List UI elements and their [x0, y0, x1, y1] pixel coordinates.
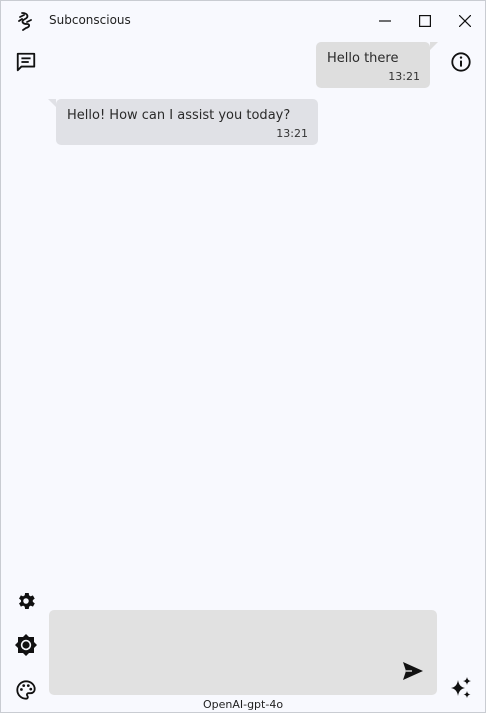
brightness-icon: [15, 634, 37, 656]
message-input-area: [49, 610, 437, 695]
close-icon: [459, 15, 471, 27]
model-name-label: OpenAI-gpt-4o: [202, 698, 284, 711]
title-bar[interactable]: Subconscious: [1, 1, 485, 41]
minimize-button[interactable]: [367, 7, 403, 35]
assistant-bubble-tail: [48, 99, 56, 107]
user-message-text: Hello there: [327, 51, 399, 66]
user-bubble-tail: [430, 42, 438, 50]
gear-icon: [19, 593, 35, 609]
chat-history-button[interactable]: [13, 49, 39, 75]
settings-button[interactable]: [13, 588, 39, 614]
assistant-message-text: Hello! How can I assist you today?: [67, 108, 291, 123]
chat-history-icon: [16, 52, 36, 72]
info-icon: [451, 52, 471, 72]
message-input[interactable]: [49, 610, 389, 695]
maximize-button[interactable]: [407, 7, 443, 35]
user-message-bubble: Hello there 13:21: [316, 42, 430, 88]
assistant-message-bubble: Hello! How can I assist you today? 13:21: [56, 99, 318, 145]
send-icon: [403, 662, 423, 680]
info-button[interactable]: [448, 49, 474, 75]
close-button[interactable]: [447, 7, 483, 35]
send-button[interactable]: [399, 658, 427, 684]
user-message-time: 13:21: [388, 70, 420, 83]
subconscious-logo-icon: [16, 11, 36, 31]
assistant-message-time: 13:21: [276, 127, 308, 140]
window-title: Subconscious: [49, 13, 131, 27]
minimize-icon: [379, 20, 391, 22]
app-window: Subconscious Hello there 13:21 Hello! Ho…: [0, 0, 486, 713]
maximize-icon: [419, 15, 431, 27]
theme-toggle-button[interactable]: [13, 632, 39, 658]
